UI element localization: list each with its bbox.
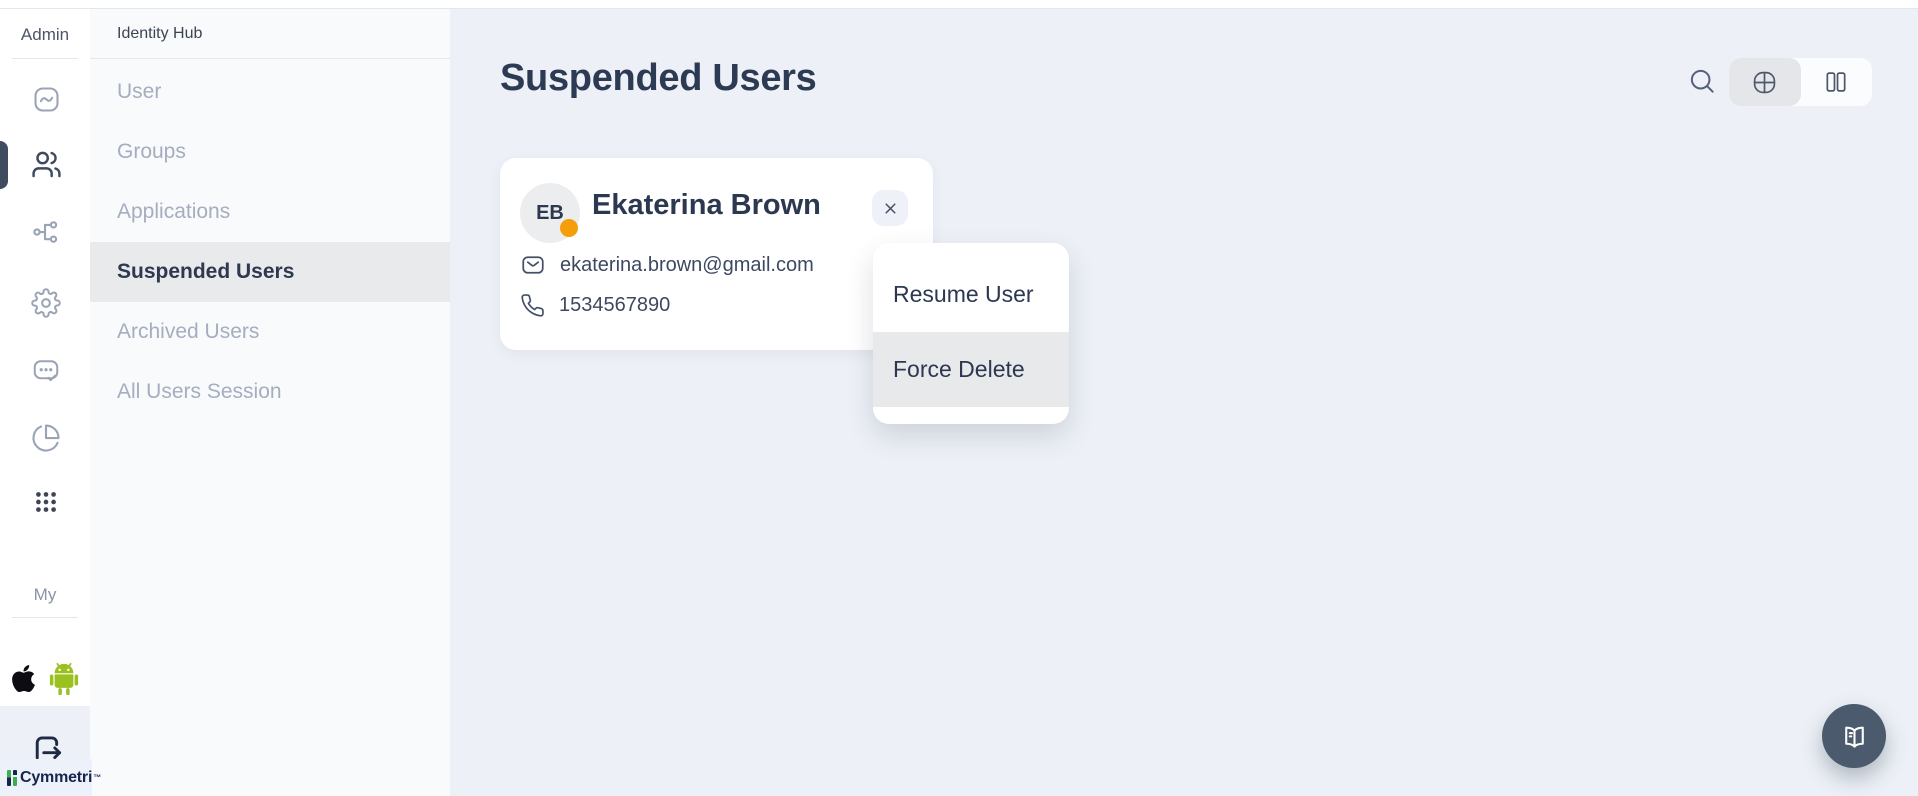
sidebar-item-all-users-session[interactable]: All Users Session	[90, 362, 450, 422]
sidebar-item-suspended-users[interactable]: Suspended Users	[90, 242, 450, 302]
suspended-status-dot	[560, 219, 578, 237]
android-icon[interactable]	[48, 662, 80, 699]
book-icon	[1839, 721, 1870, 752]
app-screen: Admin	[0, 0, 1918, 796]
columns-view-icon[interactable]	[1801, 58, 1873, 106]
rail-section-admin-label: Admin	[0, 25, 90, 45]
chat-check-icon[interactable]	[29, 354, 63, 388]
view-toggle	[1729, 58, 1872, 106]
rail-divider	[12, 617, 78, 618]
top-strip	[0, 0, 1918, 9]
sidebar-item-applications[interactable]: Applications	[90, 182, 450, 242]
docs-fab-button[interactable]	[1822, 704, 1886, 768]
user-email: ekaterina.brown@gmail.com	[560, 254, 814, 277]
activity-icon[interactable]	[29, 82, 63, 116]
sidebar-title: Identity Hub	[90, 9, 450, 59]
pie-chart-icon[interactable]	[29, 421, 63, 455]
menu-item-force-delete[interactable]: Force Delete	[873, 332, 1069, 407]
avatar: EB	[520, 183, 580, 243]
page-title: Suspended Users	[500, 57, 817, 100]
sidebar-item-groups[interactable]: Groups	[90, 122, 450, 182]
apps-grid-icon[interactable]	[29, 485, 63, 519]
brand-mark-icon	[7, 770, 17, 786]
avatar-initials: EB	[536, 202, 564, 225]
active-nav-indicator	[0, 141, 8, 189]
user-phone: 1534567890	[559, 294, 670, 317]
user-email-row: ekaterina.brown@gmail.com	[520, 252, 814, 278]
flow-icon[interactable]	[29, 215, 63, 249]
user-name: Ekaterina Brown	[592, 189, 821, 222]
rail-divider	[12, 58, 78, 59]
brand-name: Cymmetri	[20, 769, 92, 787]
user-phone-row: 1534567890	[520, 293, 670, 318]
sidebar-item-user[interactable]: User	[90, 62, 450, 122]
user-card: EB Ekaterina Brown ekaterina.brown@gmail…	[500, 158, 933, 350]
brand-trademark: ™	[93, 773, 101, 782]
menu-item-resume-user[interactable]: Resume User	[873, 257, 1069, 332]
users-icon[interactable]	[29, 147, 63, 181]
close-icon[interactable]	[872, 190, 908, 226]
phone-icon	[520, 293, 545, 318]
cymmetri-logo: Cymmetri ™	[0, 759, 92, 796]
apple-icon[interactable]	[11, 663, 36, 697]
module-sidebar: Identity Hub User Groups Applications Su…	[90, 9, 450, 796]
grid-view-icon[interactable]	[1729, 58, 1801, 106]
primary-nav-rail: Admin	[0, 9, 90, 706]
sidebar-item-archived-users[interactable]: Archived Users	[90, 302, 450, 362]
gear-icon[interactable]	[29, 286, 63, 320]
rail-section-my-label: My	[0, 585, 90, 605]
sidebar-nav: User Groups Applications Suspended Users…	[90, 62, 450, 422]
search-icon[interactable]	[1684, 64, 1720, 100]
user-actions-menu: Resume User Force Delete	[873, 243, 1069, 424]
mail-icon	[520, 252, 546, 278]
